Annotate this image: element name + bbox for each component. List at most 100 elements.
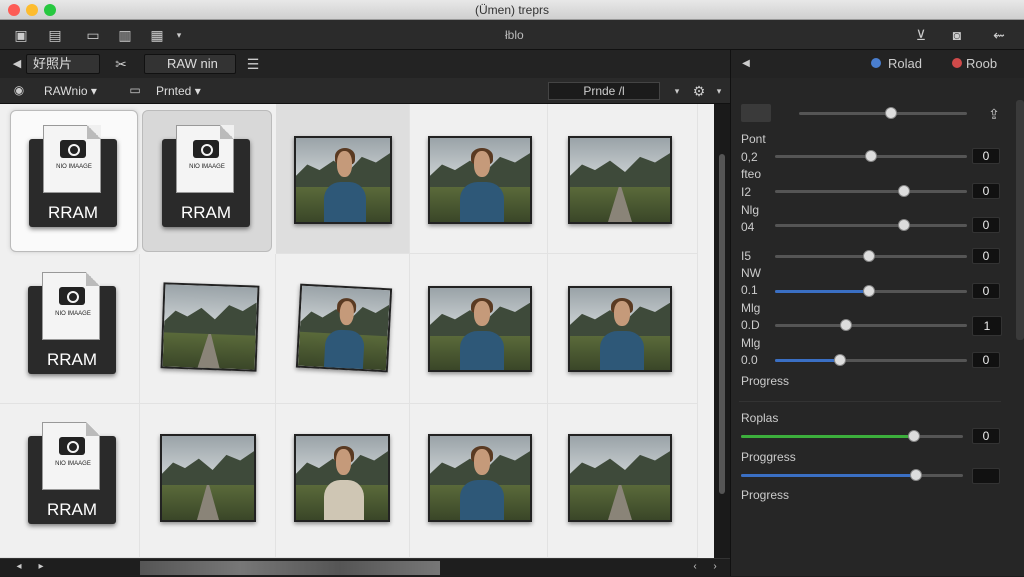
grid-cell-raw-3[interactable]: NIO IMAAGE RRAM <box>0 254 140 404</box>
list-settings-icon[interactable]: ☰ <box>242 54 264 74</box>
page-icon[interactable]: ▥ <box>114 25 136 45</box>
camera-icon <box>193 140 219 158</box>
chevron-down-icon[interactable]: ▾ <box>168 25 190 45</box>
label-fteo: fteo <box>741 167 762 181</box>
brush-icon[interactable]: ⊻ <box>910 25 932 45</box>
slider-9[interactable] <box>741 469 963 481</box>
label-roplas: Roplas <box>741 411 779 425</box>
value-box-8[interactable]: 0 <box>972 428 1000 444</box>
raw-caption-small: NIO IMAAGE <box>189 164 225 170</box>
camera-icon <box>60 140 86 158</box>
slider-knob[interactable] <box>863 250 875 262</box>
raw-mode-label: RAW nin <box>167 56 218 71</box>
slider-knob[interactable] <box>885 107 897 119</box>
label-nlg: Nlg <box>741 203 760 217</box>
folder-icon[interactable]: ▭ <box>82 25 104 45</box>
value-box-7[interactable]: 0 <box>972 352 1000 368</box>
raw-mode-button[interactable]: RAW nin <box>144 54 236 74</box>
prev-icon[interactable]: ‹ <box>684 557 706 577</box>
grid-cell-photo[interactable] <box>410 254 548 404</box>
landscape-thumbnail <box>568 434 672 522</box>
grid-scrollbar[interactable] <box>714 104 730 558</box>
slider-3[interactable] <box>775 219 967 231</box>
slider-2[interactable] <box>775 185 967 197</box>
nav-icon[interactable]: ▸ <box>30 557 52 577</box>
value-box-2[interactable]: 0 <box>972 183 1000 199</box>
grid-cell-raw-2[interactable]: NIO IMAAGE RRAM <box>142 110 272 252</box>
raw-caption-small: NIO IMAAGE <box>55 311 91 317</box>
value-box-1[interactable]: 0 <box>972 148 1000 164</box>
document-icon[interactable]: ▤ <box>44 25 66 45</box>
slider-7[interactable] <box>775 354 967 366</box>
dropdown-chevron-icon[interactable]: ▾ <box>666 81 688 101</box>
panel-scrollbar[interactable] <box>1016 100 1024 340</box>
slider-5[interactable] <box>775 285 967 297</box>
slider-knob[interactable] <box>910 469 922 481</box>
tab-favorites[interactable]: 好照片 <box>26 54 100 74</box>
grid-cell-raw-1[interactable]: NIO IMAAGE RRAM <box>10 110 138 252</box>
raw-file-icon: NIO IMAAGE RRAM <box>28 422 116 524</box>
grid-cell-photo[interactable] <box>276 104 410 254</box>
slider-knob[interactable] <box>834 354 846 366</box>
scissors-icon[interactable]: ✂ <box>110 54 132 74</box>
slider-knob[interactable] <box>840 319 852 331</box>
slider-knob[interactable] <box>908 430 920 442</box>
value-box-6[interactable]: 1 <box>972 316 1002 336</box>
camera-icon[interactable]: ◙ <box>946 25 968 45</box>
scrollbar-knob[interactable] <box>719 154 725 494</box>
view-menu-icon[interactable]: ▦ <box>146 25 168 45</box>
sort-select[interactable]: RAWnio ▾ <box>44 81 97 101</box>
slider-knob[interactable] <box>898 219 910 231</box>
raw-label: RRAM <box>47 203 99 222</box>
value-box-9[interactable] <box>972 468 1000 484</box>
slider-1[interactable] <box>775 150 967 162</box>
back-arrow-icon[interactable]: ◀ <box>6 54 28 74</box>
portrait-thumbnail <box>428 286 532 372</box>
slider-4[interactable] <box>775 250 967 262</box>
grid-cell-photo[interactable] <box>548 254 698 404</box>
back-icon[interactable]: ⇜ <box>988 25 1010 45</box>
portrait-thumbnail <box>428 434 532 522</box>
label-value-4: I5 <box>741 249 752 263</box>
filter-select[interactable]: Prnted ▾ <box>156 81 201 101</box>
next-icon[interactable]: › <box>704 557 726 577</box>
grid-cell-photo[interactable] <box>410 404 548 558</box>
filmstrip-icon[interactable]: ◂ <box>8 557 30 577</box>
collapse-panel-icon[interactable]: ◀ <box>735 54 757 74</box>
share-icon[interactable]: ⇪ <box>983 104 1005 124</box>
grid-cell-photo[interactable] <box>276 404 410 558</box>
grid-cell-raw-4[interactable]: NIO IMAAGE RRAM <box>0 404 140 558</box>
label-mlg-2: Mlg <box>741 336 761 350</box>
import-icon[interactable]: ▣ <box>10 25 32 45</box>
gear-icon[interactable]: ⚙ <box>688 81 710 101</box>
value-box-3[interactable]: 0 <box>972 217 1000 233</box>
eye-icon[interactable]: ◉ <box>8 80 30 100</box>
label-value-7: 0.0 <box>741 353 758 367</box>
slider-knob[interactable] <box>865 150 877 162</box>
filmstrip-thumbnails[interactable] <box>140 561 440 575</box>
grid-cell-photo[interactable] <box>140 404 276 558</box>
slider-knob[interactable] <box>898 185 910 197</box>
grid-cell-photo[interactable] <box>410 104 548 254</box>
grid-cell-photo[interactable] <box>548 404 698 558</box>
main-toolbar: ▣ ▤ ▭ ▥ ▦ ▾ łblo ⊻ ◙ ⇜ <box>0 20 1024 50</box>
grid-cell-photo[interactable] <box>140 254 276 404</box>
legend-label-red[interactable]: Roob <box>966 56 997 71</box>
search-input[interactable]: Prnde /l <box>548 82 660 100</box>
toolbar-center-label: łblo <box>505 28 524 42</box>
raw-caption-small: NIO IMAAGE <box>55 461 91 467</box>
slider-knob[interactable] <box>863 285 875 297</box>
slider-8[interactable] <box>741 430 963 442</box>
chevron-down-icon[interactable]: ▾ <box>708 81 730 101</box>
flag-icon[interactable] <box>741 104 771 122</box>
value-box-4[interactable]: 0 <box>972 248 1000 264</box>
slider-6[interactable] <box>775 319 967 331</box>
legend-label-blue[interactable]: Rolad <box>888 56 922 71</box>
slider-0[interactable] <box>799 107 967 119</box>
raw-file-icon: NIO IMAAGE RRAM <box>29 125 117 227</box>
landscape-thumbnail <box>568 136 672 224</box>
grid-cell-photo[interactable] <box>548 104 698 254</box>
filter-icon[interactable]: ▭ <box>124 80 146 100</box>
value-box-5[interactable]: 0 <box>972 283 1000 299</box>
grid-cell-photo[interactable] <box>276 254 410 404</box>
